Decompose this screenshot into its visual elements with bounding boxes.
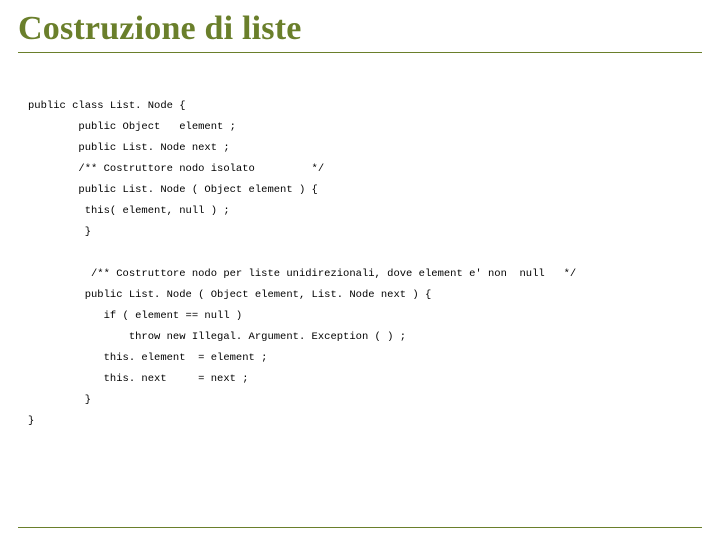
code-line: throw new Illegal. Argument. Exception (… xyxy=(28,331,406,343)
code-line: public List. Node ( Object element, List… xyxy=(28,289,431,301)
footer-rule xyxy=(18,527,702,528)
code-line: /** Costruttore nodo isolato */ xyxy=(28,163,324,175)
code-line: this. element = element ; xyxy=(28,352,267,364)
code-line: public List. Node ( Object element ) { xyxy=(28,184,318,196)
code-block: public class List. Node { public Object … xyxy=(28,75,702,453)
code-line: this( element, null ) ; xyxy=(28,205,230,217)
slide: Costruzione di liste public class List. … xyxy=(0,0,720,540)
title-underline xyxy=(18,52,702,53)
code-line: /** Costruttore nodo per liste unidirezi… xyxy=(28,268,576,280)
code-line: public List. Node next ; xyxy=(28,142,230,154)
code-line: this. next = next ; xyxy=(28,373,249,385)
code-line: public class List. Node { xyxy=(28,100,186,112)
code-line: } xyxy=(28,415,34,427)
slide-title: Costruzione di liste xyxy=(18,10,702,48)
code-line: } xyxy=(28,394,91,406)
code-line: } xyxy=(28,226,91,238)
code-line: public Object element ; xyxy=(28,121,236,133)
code-line: if ( element == null ) xyxy=(28,310,242,322)
